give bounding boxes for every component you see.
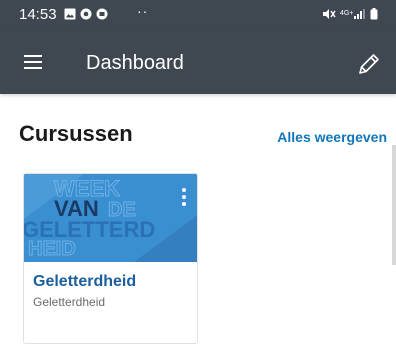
section-title: Cursussen bbox=[19, 121, 133, 146]
system-icons: 4G+ bbox=[322, 7, 378, 21]
battery-icon bbox=[370, 8, 378, 20]
page-title: Dashboard bbox=[86, 52, 184, 74]
course-image-text: HEID bbox=[28, 238, 76, 260]
gallery-icon bbox=[64, 8, 76, 20]
app-icon bbox=[96, 8, 108, 20]
hamburger-menu-icon[interactable] bbox=[24, 55, 42, 69]
course-card[interactable]: WEEK VAN DE GELETTERD HEID Geletterdheid… bbox=[23, 173, 198, 344]
status-bar: 14:53 ·· 4G+ bbox=[0, 0, 396, 28]
pencil-icon[interactable] bbox=[356, 51, 382, 77]
app-bar: Dashboard bbox=[0, 28, 396, 94]
network-type-label: 4G+ bbox=[340, 10, 353, 17]
more-notifications-indicator: ·· bbox=[137, 3, 149, 19]
course-image: WEEK VAN DE GELETTERD HEID bbox=[24, 174, 197, 262]
view-all-link[interactable]: Alles weergeven bbox=[277, 129, 387, 145]
next-course-card[interactable] bbox=[392, 145, 396, 265]
mute-icon bbox=[323, 9, 336, 19]
status-time: 14:53 bbox=[19, 6, 57, 23]
signal-icon: 4G+ bbox=[340, 9, 365, 19]
course-title[interactable]: Geletterdheid bbox=[33, 273, 136, 291]
notification-icons bbox=[64, 6, 108, 22]
app-icon bbox=[80, 8, 92, 20]
course-category: Geletterdheid bbox=[33, 295, 106, 309]
kebab-menu-icon[interactable] bbox=[180, 188, 188, 208]
